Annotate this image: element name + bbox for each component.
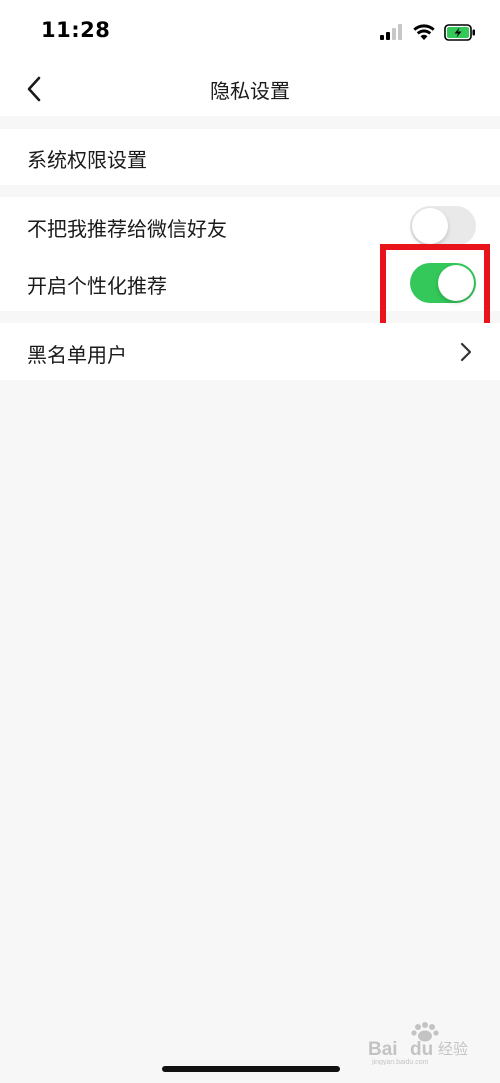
svg-text:经验: 经验	[438, 1040, 468, 1058]
svg-text:Bai: Bai	[368, 1039, 398, 1060]
battery-charging-icon	[444, 23, 475, 41]
nav-bar: 隐私设置	[0, 62, 500, 116]
blacklist-row[interactable]: 黑名单用户	[0, 323, 500, 380]
blacklist-label: 黑名单用户	[27, 343, 127, 367]
no-recommend-wechat-friends-toggle[interactable]	[410, 206, 476, 246]
no-recommend-wechat-friends-label: 不把我推荐给微信好友	[27, 217, 227, 241]
status-icons	[380, 20, 476, 44]
wifi-icon	[413, 23, 435, 40]
signal-icon	[380, 24, 402, 40]
home-indicator	[162, 1066, 340, 1072]
status-time: 11:28	[41, 18, 111, 42]
page-title: 隐私设置	[210, 79, 290, 103]
personalized-recommend-label: 开启个性化推荐	[27, 274, 167, 298]
chevron-right-icon	[460, 342, 472, 362]
highlight-annotation-box	[380, 244, 490, 332]
svg-text:jingyan.baidu.com: jingyan.baidu.com	[371, 1059, 429, 1065]
system-permissions-label: 系统权限设置	[27, 148, 147, 172]
svg-text:du: du	[410, 1039, 433, 1060]
toggle-knob	[412, 208, 448, 244]
system-permissions-row[interactable]: 系统权限设置	[0, 129, 500, 185]
baidu-jingyan-watermark-logo: Bai du 经验 jingyan.baidu.com	[368, 1022, 468, 1065]
status-bar: 11:28	[0, 0, 500, 62]
